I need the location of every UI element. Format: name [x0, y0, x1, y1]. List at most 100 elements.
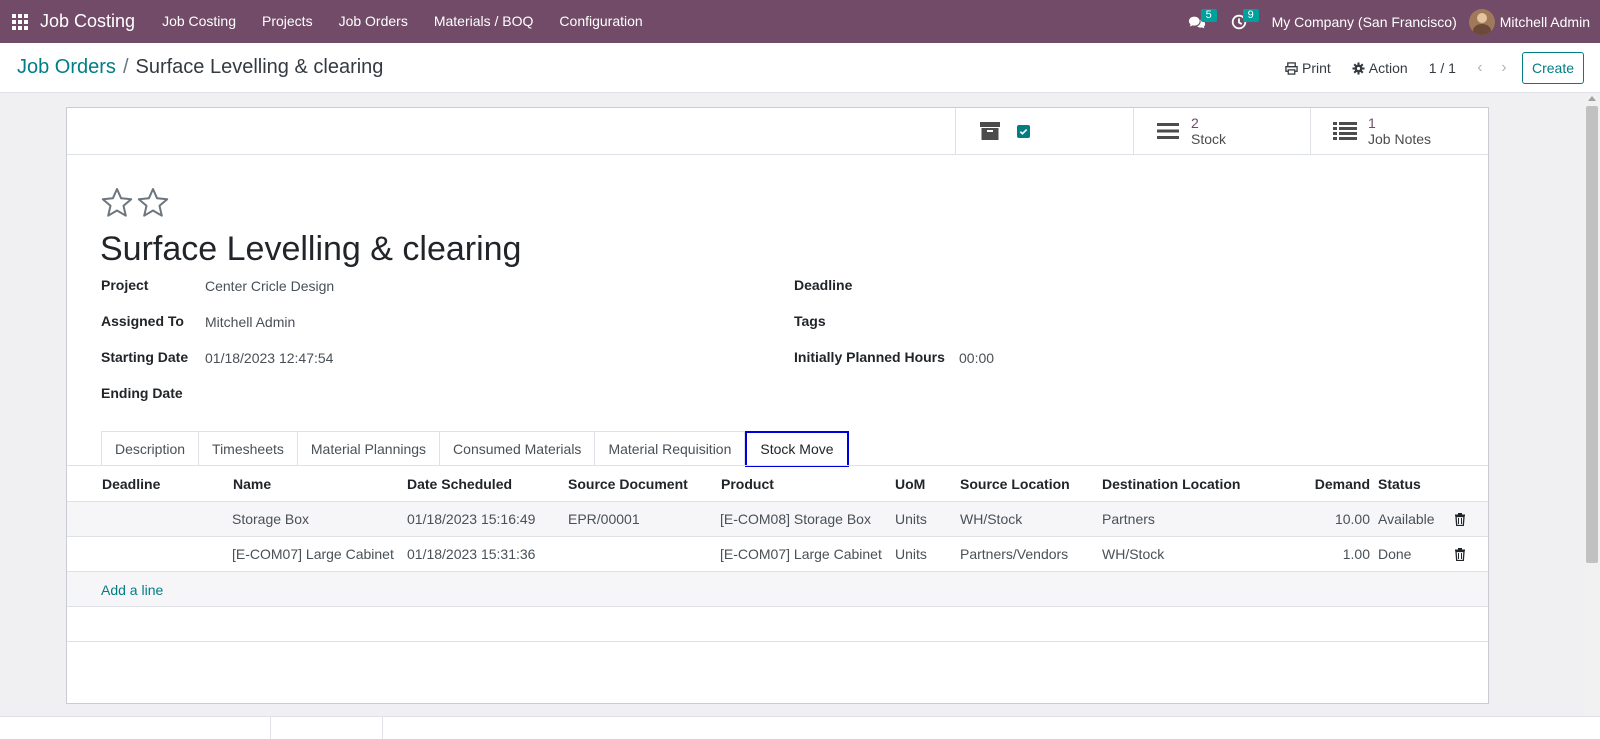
list-icon [1156, 119, 1180, 143]
breadcrumb-separator: / [122, 56, 129, 78]
cell-demand: 10.00 [1334, 511, 1370, 527]
form-sheet: 2 Stock 1 Job Notes Surface Levelling & … [66, 107, 1489, 704]
starting-date-label: Starting Date [101, 349, 189, 365]
tab-material-requisition[interactable]: Material Requisition [595, 431, 746, 466]
pager-next-icon[interactable]: › [1492, 59, 1516, 77]
empty-table-row [67, 607, 1488, 642]
menu-projects[interactable]: Projects [249, 0, 326, 43]
bulleted-list-icon [1333, 119, 1357, 143]
print-button[interactable]: Print [1285, 60, 1331, 76]
job-notes-smart-button[interactable]: 1 Job Notes [1310, 108, 1488, 154]
breadcrumb: Job Orders / Surface Levelling & clearin… [17, 56, 383, 79]
column-header-deadline[interactable]: Deadline [102, 466, 160, 501]
menu-materials-boq[interactable]: Materials / BOQ [421, 0, 547, 43]
priority-star-icon[interactable] [136, 186, 170, 220]
priority-widget [100, 186, 172, 220]
cell-name: [E-COM07] Large Cabinet [232, 546, 394, 562]
assigned-to-field[interactable]: Mitchell Admin [205, 314, 295, 330]
smart-button-box: 2 Stock 1 Job Notes [67, 108, 1488, 155]
pager-value[interactable]: 1 / 1 [1429, 60, 1456, 76]
priority-star-icon[interactable] [100, 186, 134, 220]
archive-icon [978, 119, 1002, 143]
job-notes-count: 1 [1368, 115, 1376, 131]
messages-button[interactable]: 5 [1183, 0, 1217, 43]
table-row[interactable]: [E-COM07] Large Cabinet 01/18/2023 15:31… [67, 537, 1488, 572]
apps-menu-icon[interactable] [0, 0, 40, 43]
menu-configuration[interactable]: Configuration [546, 0, 655, 43]
page-scrollbar[interactable] [1584, 94, 1600, 716]
cell-uom: Units [895, 511, 927, 527]
cell-source-location: WH/Stock [960, 511, 1023, 527]
tab-description[interactable]: Description [101, 431, 200, 466]
record-title[interactable]: Surface Levelling & clearing [100, 230, 521, 269]
control-panel: Job Orders / Surface Levelling & clearin… [0, 43, 1600, 93]
column-header-product[interactable]: Product [721, 466, 774, 501]
user-name: Mitchell Admin [1499, 13, 1590, 30]
table-row[interactable]: Storage Box 01/18/2023 15:16:49 EPR/0000… [67, 502, 1488, 537]
cell-date-scheduled: 01/18/2023 15:31:36 [407, 546, 536, 562]
column-header-date-scheduled[interactable]: Date Scheduled [407, 466, 512, 501]
tab-stock-move[interactable]: Stock Move [745, 431, 849, 467]
column-header-source-document[interactable]: Source Document [568, 466, 688, 501]
breadcrumb-current: Surface Levelling & clearing [135, 56, 384, 78]
archive-toggle-button[interactable] [955, 108, 1133, 154]
menu-job-costing[interactable]: Job Costing [149, 0, 249, 43]
cell-name: Storage Box [232, 511, 310, 527]
stock-count: 2 [1191, 115, 1199, 131]
column-header-uom[interactable]: UoM [895, 466, 925, 501]
pager-previous-icon[interactable]: ‹ [1468, 59, 1492, 77]
print-icon [1285, 61, 1298, 75]
menu-job-orders[interactable]: Job Orders [326, 0, 421, 43]
activities-badge: 9 [1242, 9, 1259, 22]
tab-material-plannings[interactable]: Material Plannings [297, 431, 441, 466]
tab-timesheets[interactable]: Timesheets [199, 431, 298, 466]
stock-smart-button[interactable]: 2 Stock [1133, 108, 1310, 154]
delete-row-button[interactable] [1454, 502, 1466, 536]
bottom-strip [0, 716, 1600, 739]
messages-badge: 5 [1200, 9, 1217, 22]
cell-demand: 1.00 [1342, 546, 1370, 562]
planned-hours-label: Initially Planned Hours [794, 349, 945, 365]
column-header-destination-location[interactable]: Destination Location [1102, 466, 1240, 501]
create-button[interactable]: Create [1521, 52, 1584, 84]
column-header-status[interactable]: Status [1378, 466, 1421, 501]
scroll-up-arrow-icon[interactable] [1588, 96, 1596, 101]
cell-status: Done [1378, 546, 1412, 562]
starting-date-field[interactable]: 01/18/2023 12:47:54 [205, 350, 333, 366]
column-header-name[interactable]: Name [233, 466, 271, 501]
add-line-link[interactable]: Add a line [101, 572, 163, 607]
project-field[interactable]: Center Cricle Design [205, 278, 334, 294]
planned-hours-field[interactable]: 00:00 [959, 350, 994, 366]
gear-icon [1352, 61, 1365, 75]
action-button[interactable]: Action [1352, 60, 1408, 76]
add-line-row: Add a line [67, 572, 1488, 607]
tab-consumed-materials[interactable]: Consumed Materials [440, 431, 596, 466]
delete-row-button[interactable] [1454, 537, 1466, 571]
trash-icon [1455, 547, 1465, 561]
company-switcher[interactable]: My Company (San Francisco) [1260, 14, 1469, 30]
cell-product: [E-COM07] Large Cabinet [720, 546, 882, 562]
user-menu[interactable]: Mitchell Admin [1468, 8, 1600, 35]
cell-status: Available [1378, 511, 1435, 527]
stock-move-table: Deadline Name Date Scheduled Source Docu… [67, 466, 1488, 642]
bottom-divider [382, 717, 383, 739]
assigned-to-label: Assigned To [101, 313, 184, 329]
stock-label: Stock [1191, 131, 1227, 147]
scrollbar-thumb[interactable] [1586, 106, 1598, 563]
activities-button[interactable]: 9 [1225, 0, 1259, 43]
cell-date-scheduled: 01/18/2023 15:16:49 [407, 511, 536, 527]
ending-date-label: Ending Date [101, 385, 183, 401]
notebook-tabs: Description Timesheets Material Planning… [101, 431, 849, 467]
deadline-label: Deadline [794, 277, 853, 293]
cell-source-location: Partners/Vendors [960, 546, 1069, 562]
trash-icon [1455, 512, 1465, 526]
project-label: Project [101, 277, 149, 293]
cell-source-document: EPR/00001 [568, 511, 640, 527]
app-brand[interactable]: Job Costing [40, 11, 149, 32]
active-checkbox-icon[interactable] [1017, 124, 1030, 138]
column-header-source-location[interactable]: Source Location [960, 466, 1070, 501]
breadcrumb-job-orders[interactable]: Job Orders [17, 56, 116, 79]
cell-uom: Units [895, 546, 927, 562]
avatar [1468, 8, 1495, 35]
column-header-demand[interactable]: Demand [1297, 466, 1370, 501]
